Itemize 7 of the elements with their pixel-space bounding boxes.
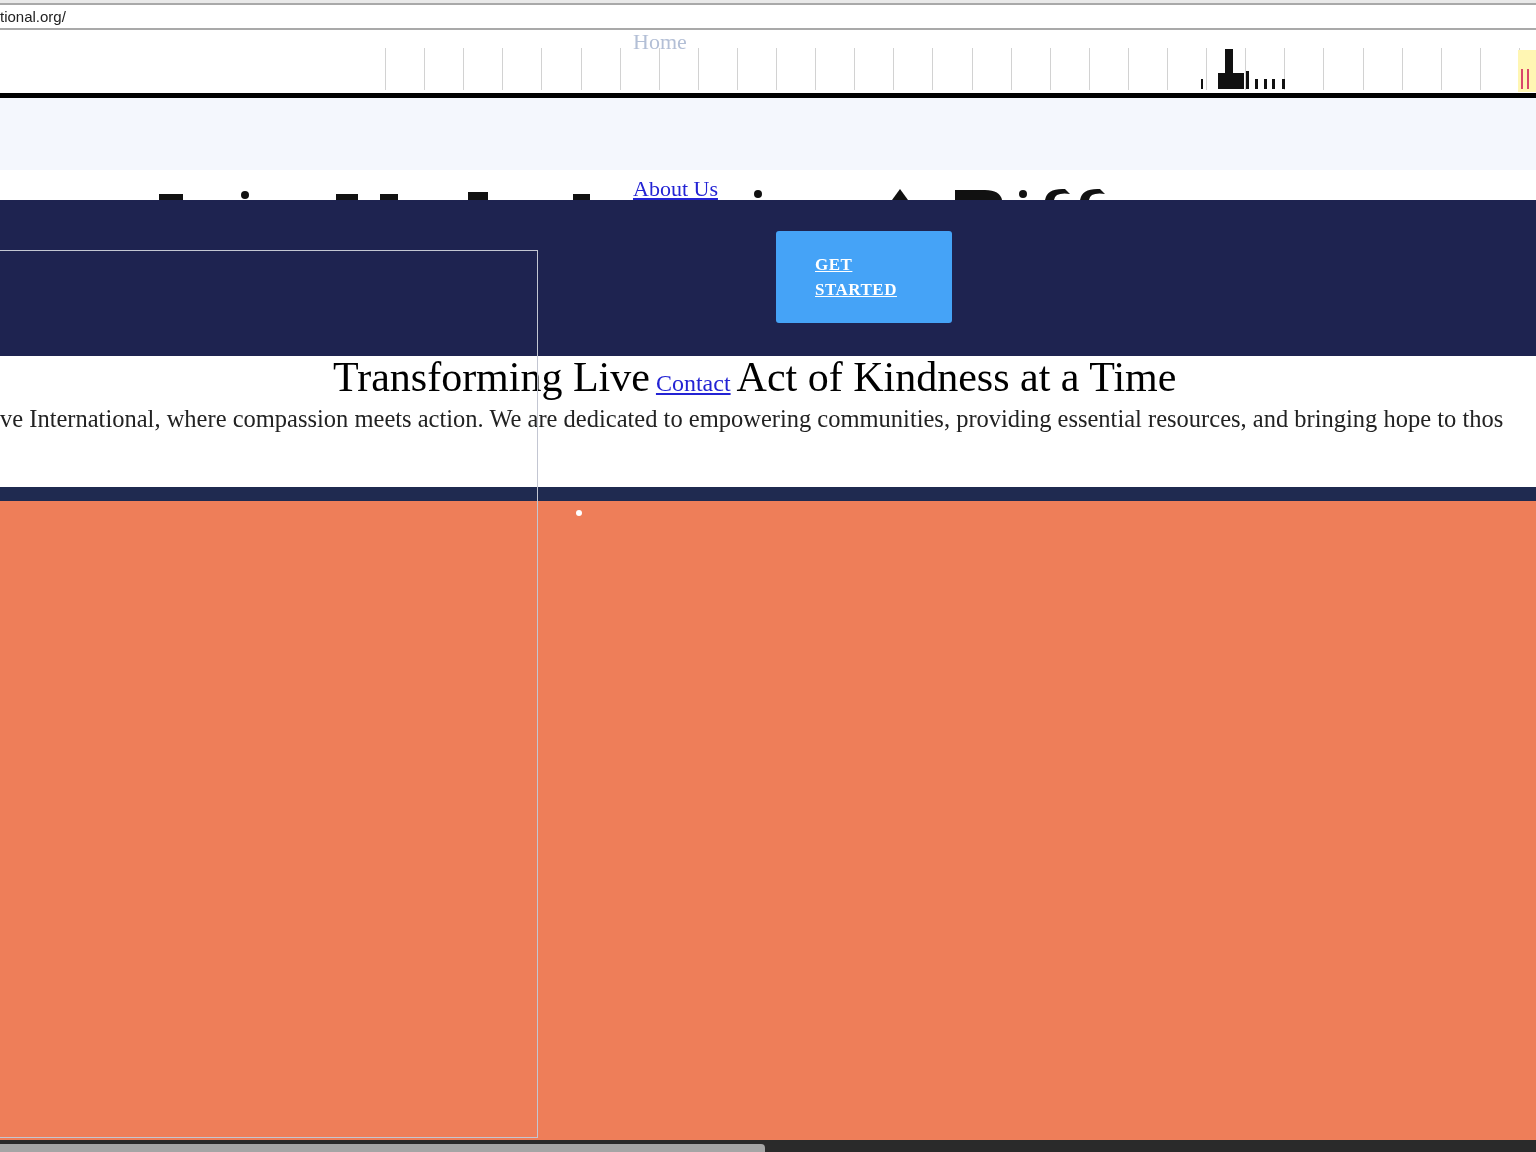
subheading-text: Act of Kindness at a Time — [736, 357, 1177, 397]
intro-paragraph: ve International, where compassion meets action. We are dedicated to empowering communities, providing essential resources, and bringing hope to thos — [0, 406, 1505, 432]
nav-link[interactable]: About Us — [633, 178, 718, 200]
address-bar[interactable]: tional.org/ — [0, 3, 1536, 30]
horizontal-scrollbar[interactable] — [0, 1140, 1536, 1152]
nav-link[interactable]: Contact — [655, 370, 731, 396]
scrollbar-thumb[interactable] — [0, 1144, 765, 1152]
